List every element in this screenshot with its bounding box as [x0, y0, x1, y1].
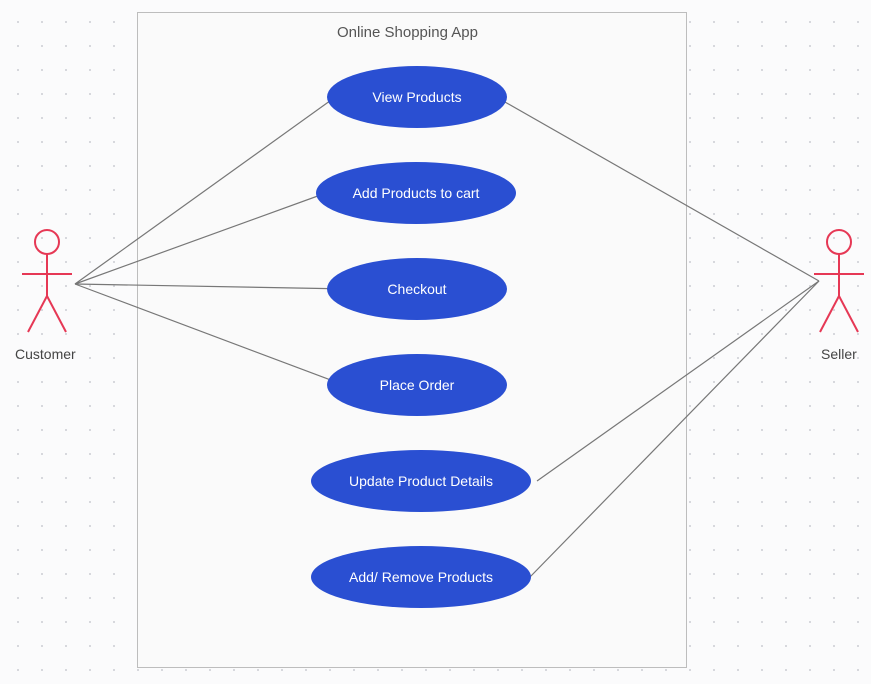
usecase-label: Place Order	[380, 377, 455, 393]
usecase-checkout[interactable]: Checkout	[327, 258, 507, 320]
usecase-label: Update Product Details	[349, 473, 493, 489]
actor-customer-label: Customer	[15, 346, 76, 362]
usecase-view-products[interactable]: View Products	[327, 66, 507, 128]
usecase-update-product-details[interactable]: Update Product Details	[311, 450, 531, 512]
usecase-label: Checkout	[387, 281, 446, 297]
diagram-canvas[interactable]: Online Shopping App View Products Add Pr…	[0, 0, 871, 684]
actor-seller-icon[interactable]	[810, 228, 868, 338]
actor-customer-icon[interactable]	[18, 228, 76, 338]
usecase-label: View Products	[372, 89, 461, 105]
usecase-add-products-to-cart[interactable]: Add Products to cart	[316, 162, 516, 224]
usecase-add-remove-products[interactable]: Add/ Remove Products	[311, 546, 531, 608]
system-title: Online Shopping App	[337, 24, 478, 41]
usecase-label: Add/ Remove Products	[349, 569, 493, 585]
usecase-label: Add Products to cart	[353, 185, 480, 201]
usecase-place-order[interactable]: Place Order	[327, 354, 507, 416]
actor-seller-label: Seller	[821, 346, 857, 362]
